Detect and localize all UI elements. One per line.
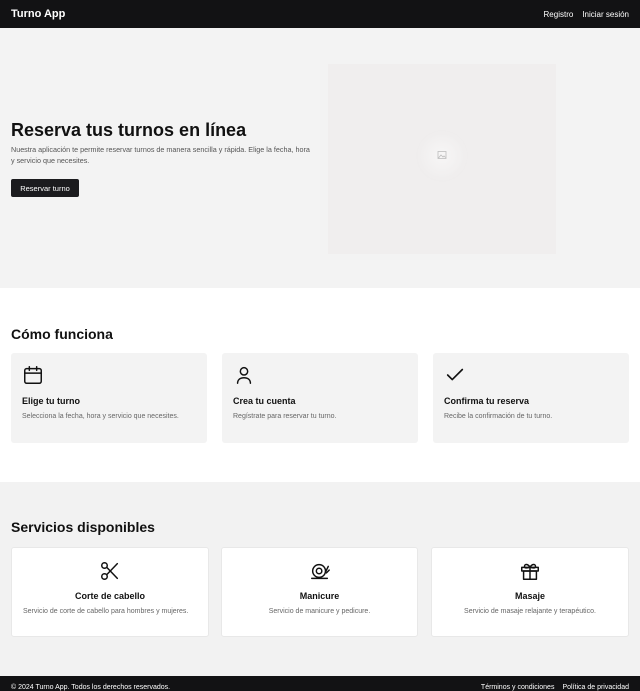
check-icon (446, 368, 464, 381)
top-nav: Registro Iniciar sesión (544, 10, 629, 19)
step-description: Selecciona la fecha, hora y servicio que… (22, 413, 179, 420)
service-title: Manicure (299, 591, 340, 601)
calendar-icon (24, 366, 42, 384)
footer: © 2024 Turno App. Todos los derechos res… (0, 676, 640, 691)
terms-link[interactable]: Términos y condiciones (481, 684, 555, 691)
hero-image-placeholder (328, 64, 556, 254)
top-navbar: Turno App Registro Iniciar sesión (0, 0, 640, 28)
login-link[interactable]: Iniciar sesión (582, 10, 629, 19)
service-description: Servicio de corte de cabello para hombre… (23, 608, 189, 615)
register-link[interactable]: Registro (544, 10, 574, 19)
step-card-confirm: Confirma tu reserva Recibe la confirmaci… (433, 353, 629, 443)
how-it-works-title: Cómo funciona (11, 326, 113, 342)
step-description: Recibe la confirmación de tu turno. (444, 413, 553, 420)
services-title: Servicios disponibles (11, 519, 155, 535)
service-title: Masaje (514, 591, 546, 601)
copyright-text: © 2024 Turno App. Todos los derechos res… (11, 684, 171, 691)
footer-links: Términos y condiciones Política de priva… (481, 684, 629, 691)
service-card-haircut[interactable]: Corte de cabello Servicio de corte de ca… (11, 547, 209, 637)
service-card-manicure[interactable]: Manicure Servicio de manicure y pedicure… (221, 547, 418, 637)
how-it-works-section: Cómo funciona Elige tu turno Selecciona … (0, 288, 640, 482)
gift-icon (521, 563, 539, 580)
service-description: Servicio de masaje relajante y terapéuti… (464, 608, 596, 615)
snail-icon (310, 563, 330, 580)
brand-logo[interactable]: Turno App (11, 8, 65, 20)
hero-section: Reserva tus turnos en línea Nuestra apli… (0, 28, 640, 288)
step-title: Elige tu turno (22, 396, 80, 406)
user-icon (236, 366, 252, 384)
image-placeholder-circle (416, 130, 468, 182)
service-card-massage[interactable]: Masaje Servicio de masaje relajante y te… (431, 547, 629, 637)
hero-title: Reserva tus turnos en línea (11, 120, 247, 140)
step-card-account: Crea tu cuenta Regístrate para reservar … (222, 353, 418, 443)
step-description: Regístrate para reservar tu turno. (233, 413, 337, 420)
service-description: Servicio de manicure y pedicure. (268, 608, 371, 615)
service-title: Corte de cabello (74, 591, 146, 601)
hero-description: Nuestra aplicación te permite reservar t… (11, 145, 310, 165)
step-title: Confirma tu reserva (444, 396, 530, 406)
step-title: Crea tu cuenta (233, 396, 296, 406)
scissors-icon (101, 562, 119, 580)
step-card-choose: Elige tu turno Selecciona la fecha, hora… (11, 353, 207, 443)
book-appointment-button[interactable]: Reservar turno (11, 179, 79, 197)
image-icon (437, 151, 447, 159)
services-section: Servicios disponibles Corte de cabello S… (0, 482, 640, 676)
privacy-link[interactable]: Política de privacidad (562, 684, 629, 691)
